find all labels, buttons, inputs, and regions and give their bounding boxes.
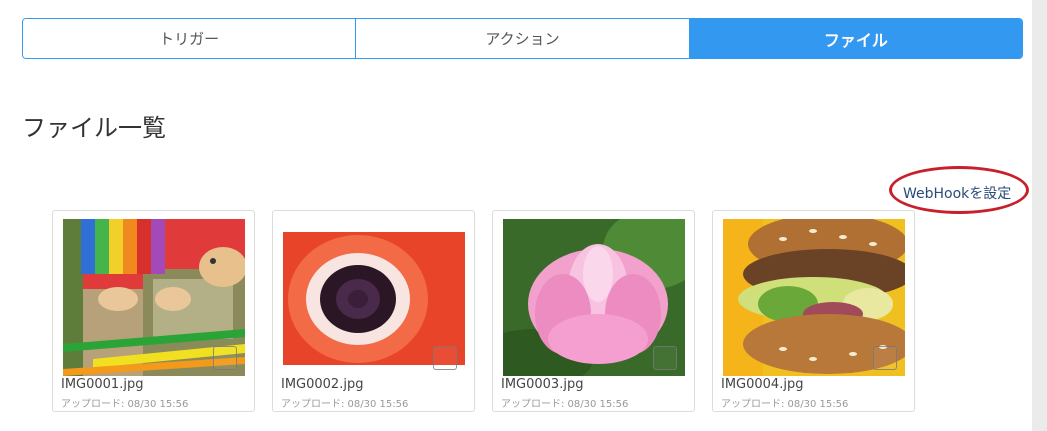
page-title: ファイル一覧	[22, 114, 166, 143]
page: トリガー アクション ファイル ファイル一覧 WebHookを設定 IMG000…	[0, 0, 1032, 431]
tab-action[interactable]: アクション	[356, 19, 690, 58]
file-card[interactable]: IMG0001.jpg アップロード: 08/30 15:56	[52, 210, 255, 412]
upload-date: アップロード: 08/30 15:56	[721, 399, 849, 410]
file-card[interactable]: IMG0002.jpg アップロード: 08/30 15:56	[272, 210, 475, 412]
file-name: IMG0002.jpg	[281, 377, 364, 392]
upload-date: アップロード: 08/30 15:56	[501, 399, 629, 410]
tab-trigger[interactable]: トリガー	[23, 19, 357, 58]
select-checkbox[interactable]	[213, 346, 237, 370]
thumbnail-image	[283, 219, 465, 376]
thumbnail-image	[63, 219, 245, 376]
select-checkbox[interactable]	[653, 346, 677, 370]
webhook-settings-link[interactable]: WebHookを設定	[903, 183, 1011, 203]
file-name: IMG0004.jpg	[721, 377, 804, 392]
tab-bar: トリガー アクション ファイル	[22, 18, 1023, 59]
file-name: IMG0001.jpg	[61, 377, 144, 392]
tab-file[interactable]: ファイル	[689, 19, 1022, 58]
file-card[interactable]: IMG0003.jpg アップロード: 08/30 15:56	[492, 210, 695, 412]
select-checkbox[interactable]	[873, 346, 897, 370]
thumbnail-image	[503, 219, 685, 376]
thumbnail-image	[723, 219, 905, 376]
select-checkbox[interactable]	[433, 346, 457, 370]
upload-date: アップロード: 08/30 15:56	[281, 399, 409, 410]
upload-date: アップロード: 08/30 15:56	[61, 399, 189, 410]
file-name: IMG0003.jpg	[501, 377, 584, 392]
file-card[interactable]: IMG0004.jpg アップロード: 08/30 15:56	[712, 210, 915, 412]
